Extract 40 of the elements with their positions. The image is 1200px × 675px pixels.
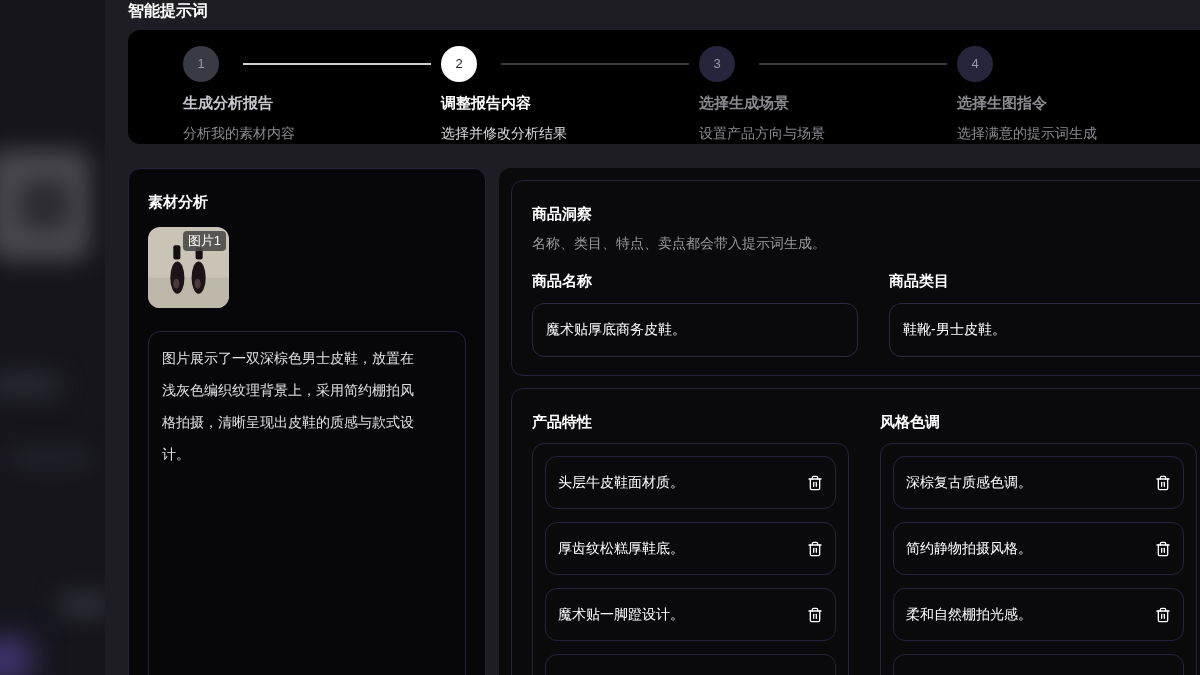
delete-icon[interactable] [807, 540, 823, 557]
image-badge: 图片1 [182, 231, 226, 251]
list-item[interactable]: 厚齿纹松糕厚鞋底。 [545, 522, 836, 575]
step-title: 选择生图指令 [957, 93, 1048, 113]
delete-icon[interactable] [1155, 540, 1171, 557]
item-text: 头层牛皮鞋面材质。 [558, 473, 684, 492]
delete-icon[interactable] [807, 474, 823, 491]
item-text: 厚齿纹松糕厚鞋底。 [558, 539, 684, 558]
description-box[interactable]: 图片展示了一双深棕色男士皮鞋，放置在浅灰色编织纹理背景上，采用简约棚拍风格拍摄，清晰呈现出皮鞋的质感与款式设计。 [148, 331, 466, 675]
description-text: 图片展示了一双深棕色男士皮鞋，放置在浅灰色编织纹理背景上，采用简约棚拍风格拍摄，清晰呈现出皮鞋的质感与款式设计。 [162, 349, 415, 464]
step-subtitle: 选择并修改分析结果 [441, 123, 568, 143]
step-title: 选择生成场景 [699, 93, 790, 113]
delete-icon[interactable] [807, 606, 823, 623]
step-subtitle: 设置产品方向与场景 [699, 123, 826, 143]
image-thumbnail[interactable]: 图片1 [148, 227, 229, 308]
input-field[interactable]: 魔术贴厚底商务皮鞋。 [532, 302, 858, 357]
card-title: 素材分析 [148, 191, 209, 212]
list-item[interactable]: 深棕复古质感色调。 [893, 456, 1184, 509]
section-title: 产品特性 [532, 411, 593, 432]
step-subtitle: 分析我的素材内容 [183, 123, 296, 143]
page-title: 智能提示词 [128, 2, 209, 20]
field-label: 商品名称 [532, 271, 593, 291]
step-title: 调整报告内容 [441, 93, 532, 113]
delete-icon[interactable] [1155, 606, 1171, 623]
item-text: 简约静物拍摄风格。 [906, 539, 1032, 558]
input-field[interactable]: 鞋靴-男士皮鞋。 [889, 302, 1200, 357]
list-item[interactable]: 简约静物拍摄风格。 [893, 522, 1184, 575]
item-text: 柔和自然棚拍光感。 [906, 605, 1032, 624]
section-title: 风格色调 [880, 411, 941, 432]
list-item[interactable]: 头层牛皮鞋面材质。 [545, 456, 836, 509]
section-title: 商品洞察 [532, 203, 593, 224]
item-text: 深棕复古质感色调。 [906, 473, 1032, 492]
delete-icon[interactable] [1155, 474, 1171, 491]
item-text: 魔术贴一脚蹬设计。 [558, 605, 684, 624]
list-item[interactable]: 柔和自然棚拍光感。 [893, 588, 1184, 641]
step-subtitle: 选择满意的提示词生成 [957, 123, 1098, 143]
field-label: 商品类目 [889, 271, 950, 291]
step-title: 生成分析报告 [183, 93, 274, 113]
section-hint: 名称、类目、特点、卖点都会带入提示词生成。 [532, 234, 827, 253]
list-item[interactable]: 魔术贴一脚蹬设计。 [545, 588, 836, 641]
